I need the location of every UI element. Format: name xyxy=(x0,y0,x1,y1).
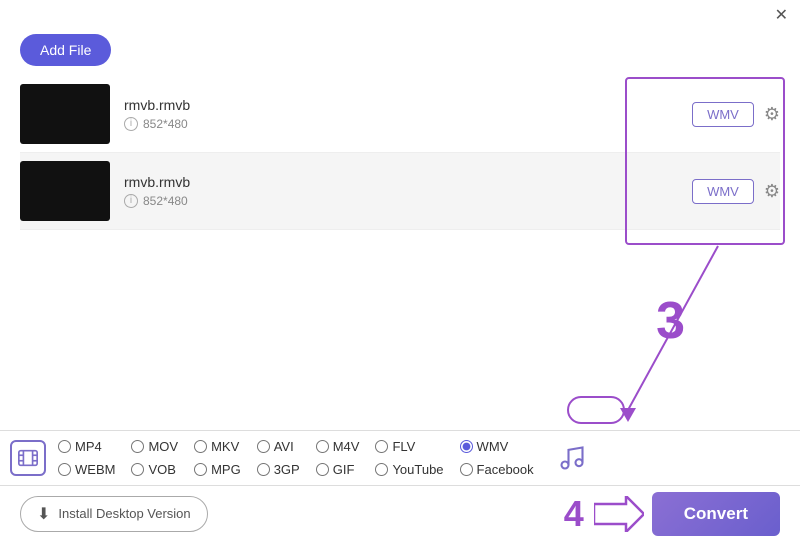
add-file-button[interactable]: Add File xyxy=(20,34,111,66)
convert-arrow xyxy=(594,496,644,532)
radio-wmv[interactable]: WMV xyxy=(460,439,534,454)
radio-avi[interactable]: AVI xyxy=(257,439,300,454)
file-item-2: rmvb.rmvb i 852*480 WMV ⚙ xyxy=(20,153,780,230)
file-thumbnail-1 xyxy=(20,84,110,144)
settings-icon-2[interactable]: ⚙ xyxy=(764,181,780,202)
install-button[interactable]: ⬇ Install Desktop Version xyxy=(20,496,208,532)
action-bar: ⬇ Install Desktop Version 4 Convert xyxy=(0,486,800,541)
radio-m4v[interactable]: M4V xyxy=(316,439,360,454)
radio-webm[interactable]: WEBM xyxy=(58,462,115,477)
info-icon-1: i xyxy=(124,117,138,131)
toolbar: Add File xyxy=(0,28,800,76)
radio-gif[interactable]: GIF xyxy=(316,462,360,477)
format-col-3: MKV MPG xyxy=(194,439,241,477)
file-info-2: rmvb.rmvb i 852*480 xyxy=(124,174,682,208)
file-info-1: rmvb.rmvb i 852*480 xyxy=(124,97,682,131)
radio-mp4[interactable]: MP4 xyxy=(58,439,115,454)
file-name-1: rmvb.rmvb xyxy=(124,97,682,113)
wmv-highlight-circle xyxy=(567,396,625,424)
file-meta-1: i 852*480 xyxy=(124,117,682,131)
file-item-1: rmvb.rmvb i 852*480 WMV ⚙ xyxy=(20,76,780,153)
file-actions-2: WMV ⚙ xyxy=(692,179,780,204)
file-meta-2: i 852*480 xyxy=(124,194,682,208)
format-col-6: FLV YouTube xyxy=(375,439,443,477)
format-button-1[interactable]: WMV xyxy=(692,102,754,127)
close-button[interactable]: ✕ xyxy=(775,8,788,24)
file-resolution-1: 852*480 xyxy=(143,117,188,131)
radio-vob[interactable]: VOB xyxy=(131,462,178,477)
format-col-7: WMV Facebook xyxy=(460,439,534,477)
format-col-1: MP4 WEBM xyxy=(58,439,115,477)
radio-youtube[interactable]: YouTube xyxy=(375,462,443,477)
radio-mkv[interactable]: MKV xyxy=(194,439,241,454)
info-icon-2: i xyxy=(124,194,138,208)
audio-format-icon xyxy=(550,444,594,472)
radio-facebook[interactable]: Facebook xyxy=(460,462,534,477)
file-actions-1: WMV ⚙ xyxy=(692,102,780,127)
radio-mov[interactable]: MOV xyxy=(131,439,178,454)
file-resolution-2: 852*480 xyxy=(143,194,188,208)
install-label: Install Desktop Version xyxy=(58,506,190,521)
annotation-4: 4 xyxy=(564,493,584,535)
settings-icon-1[interactable]: ⚙ xyxy=(764,104,780,125)
file-thumbnail-2 xyxy=(20,161,110,221)
annotation-3: 3 xyxy=(656,295,685,347)
file-name-2: rmvb.rmvb xyxy=(124,174,682,190)
radio-3gp[interactable]: 3GP xyxy=(257,462,300,477)
format-col-5: M4V GIF xyxy=(316,439,360,477)
format-button-2[interactable]: WMV xyxy=(692,179,754,204)
format-options: MP4 WEBM MOV VOB MKV MPG AVI xyxy=(58,439,550,477)
video-format-icon xyxy=(10,440,46,476)
file-list: rmvb.rmvb i 852*480 WMV ⚙ rmvb.rmvb i 85… xyxy=(0,76,800,230)
format-col-2: MOV VOB xyxy=(131,439,178,477)
radio-flv[interactable]: FLV xyxy=(375,439,443,454)
radio-mpg[interactable]: MPG xyxy=(194,462,241,477)
download-icon: ⬇ xyxy=(37,504,50,524)
convert-button[interactable]: Convert xyxy=(652,492,780,536)
format-bar: MP4 WEBM MOV VOB MKV MPG AVI xyxy=(0,430,800,486)
title-bar: ✕ xyxy=(0,0,800,28)
format-col-4: AVI 3GP xyxy=(257,439,300,477)
